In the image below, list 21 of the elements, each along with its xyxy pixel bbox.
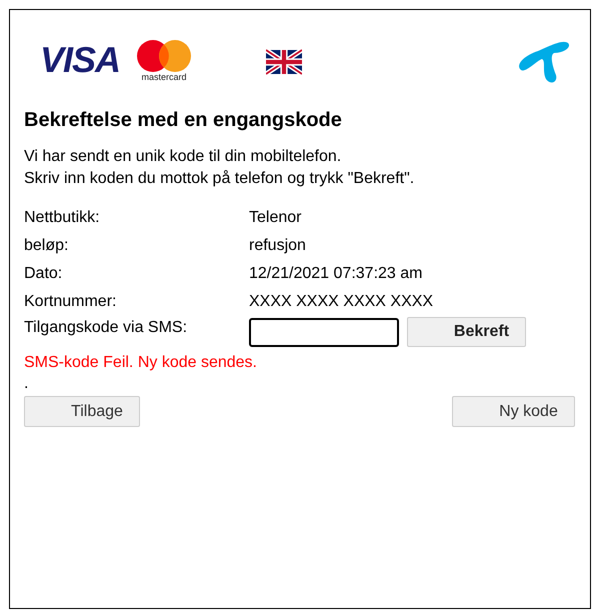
error-message: SMS-kode Feil. Ny kode sendes. xyxy=(24,353,258,373)
detail-value: Telenor xyxy=(249,208,302,228)
instruction-text: Skriv inn koden du mottok på telefon og trykk "Bekreft". xyxy=(24,169,416,189)
uk-flag-icon[interactable] xyxy=(266,49,302,75)
back-button[interactable]: Tilbage xyxy=(24,396,140,427)
detail-label: Kortnummer: xyxy=(24,292,118,312)
detail-label: Nettbutikk: xyxy=(24,208,101,228)
new-code-button[interactable]: Ny kode xyxy=(452,396,575,427)
detail-value: XXXX XXXX XXXX XXXX xyxy=(249,292,434,312)
page-title: Bekreftelse med en engangskode xyxy=(24,108,343,132)
confirm-button[interactable]: Bekreft xyxy=(407,317,526,347)
instruction-text: Vi har sendt en unik kode til din mobiltelefon. xyxy=(24,147,342,167)
detail-label: Dato: xyxy=(24,264,64,284)
field-label: Tilgangskode via SMS: xyxy=(24,318,188,338)
visa-logo: VISA xyxy=(40,42,120,78)
note-text: . xyxy=(24,374,30,394)
mastercard-logo: mastercard xyxy=(136,38,192,82)
code-input-field[interactable] xyxy=(249,318,399,346)
detail-label: beløp: xyxy=(24,236,70,256)
detail-value: 12/21/2021 07:37:23 am xyxy=(249,264,422,284)
detail-value: refusjon xyxy=(249,236,306,256)
